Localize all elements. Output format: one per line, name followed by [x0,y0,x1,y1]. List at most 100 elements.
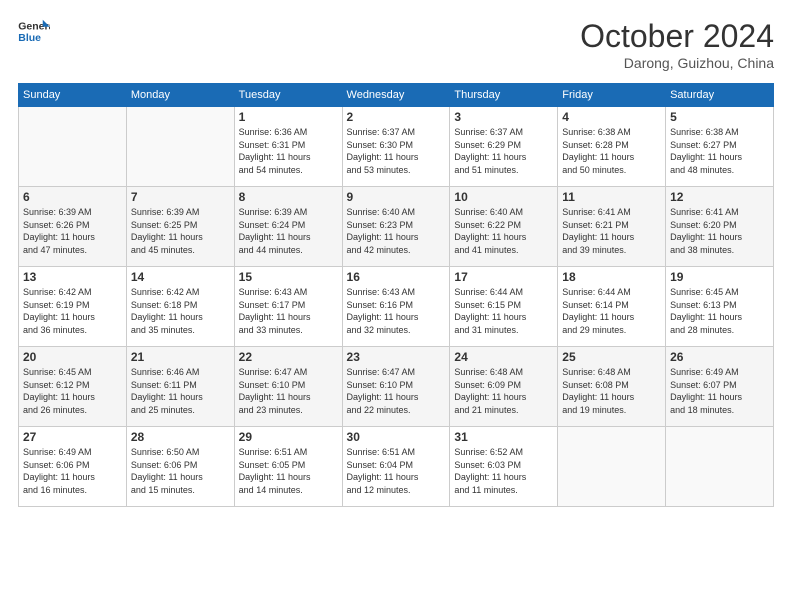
day-number: 17 [454,270,553,284]
col-wednesday: Wednesday [342,84,450,107]
table-row: 13 Sunrise: 6:42 AMSunset: 6:19 PMDayligh… [19,267,127,347]
table-row: 7Sunrise: 6:39 AMSunset: 6:25 PMDaylight… [126,187,234,267]
table-row: 18 Sunrise: 6:44 AMSunset: 6:14 PMDayligh… [558,267,666,347]
table-row [558,427,666,507]
day-number: 26 [670,350,769,364]
day-number: 16 [347,270,446,284]
day-number: 7 [131,190,230,204]
day-info: Sunrise: 6:48 AMSunset: 6:08 PMDaylight:… [562,366,661,416]
day-number: 25 [562,350,661,364]
day-info: Sunrise: 6:44 AMSunset: 6:15 PMDaylight:… [454,286,553,336]
day-info: Sunrise: 6:43 AMSunset: 6:17 PMDaylight:… [239,286,338,336]
logo: General Blue [18,18,50,46]
calendar-week-row: 6 Sunrise: 6:39 AMSunset: 6:26 PMDaylight… [19,187,774,267]
table-row [19,107,127,187]
day-info: Sunrise: 6:40 AMSunset: 6:23 PMDaylight:… [347,206,446,256]
table-row: 8 Sunrise: 6:39 AMSunset: 6:24 PMDaylight… [234,187,342,267]
table-row: 20Sunrise: 6:45 AMSunset: 6:12 PMDayligh… [19,347,127,427]
day-info: Sunrise: 6:50 AMSunset: 6:06 PMDaylight:… [131,446,230,496]
svg-text:Blue: Blue [18,32,41,44]
table-row: 29 Sunrise: 6:51 AMSunset: 6:05 PMDayligh… [234,427,342,507]
day-number: 18 [562,270,661,284]
col-thursday: Thursday [450,84,558,107]
day-number: 4 [562,110,661,124]
table-row: 14Sunrise: 6:42 AMSunset: 6:18 PMDayligh… [126,267,234,347]
col-sunday: Sunday [19,84,127,107]
day-number: 31 [454,430,553,444]
day-info: Sunrise: 6:52 AMSunset: 6:03 PMDaylight:… [454,446,553,496]
day-number: 15 [239,270,338,284]
table-row: 30Sunrise: 6:51 AMSunset: 6:04 PMDayligh… [342,427,450,507]
day-info: Sunrise: 6:49 AMSunset: 6:06 PMDaylight:… [23,446,122,496]
calendar-table: Sunday Monday Tuesday Wednesday Thursday… [18,83,774,507]
day-number: 11 [562,190,661,204]
calendar-week-row: 1 Sunrise: 6:36 AMSunset: 6:31 PMDaylight… [19,107,774,187]
table-row: 22 Sunrise: 6:47 AMSunset: 6:10 PMDayligh… [234,347,342,427]
calendar-week-row: 20Sunrise: 6:45 AMSunset: 6:12 PMDayligh… [19,347,774,427]
col-monday: Monday [126,84,234,107]
day-number: 8 [239,190,338,204]
logo-icon: General Blue [18,18,50,46]
day-info: Sunrise: 6:42 AMSunset: 6:18 PMDaylight:… [131,286,230,336]
day-number: 1 [239,110,338,124]
table-row [126,107,234,187]
table-row: 10Sunrise: 6:40 AMSunset: 6:22 PMDayligh… [450,187,558,267]
day-number: 3 [454,110,553,124]
day-info: Sunrise: 6:37 AMSunset: 6:30 PMDaylight:… [347,126,446,176]
day-number: 9 [347,190,446,204]
day-info: Sunrise: 6:51 AMSunset: 6:04 PMDaylight:… [347,446,446,496]
table-row: 21Sunrise: 6:46 AMSunset: 6:11 PMDayligh… [126,347,234,427]
col-saturday: Saturday [666,84,774,107]
day-info: Sunrise: 6:42 AMSunset: 6:19 PMDaylight:… [23,286,122,336]
table-row: 25 Sunrise: 6:48 AMSunset: 6:08 PMDayligh… [558,347,666,427]
table-row: 2 Sunrise: 6:37 AMSunset: 6:30 PMDaylight… [342,107,450,187]
col-friday: Friday [558,84,666,107]
day-info: Sunrise: 6:47 AMSunset: 6:10 PMDaylight:… [347,366,446,416]
header: General Blue October 2024 Darong, Guizho… [18,18,774,71]
table-row: 1 Sunrise: 6:36 AMSunset: 6:31 PMDaylight… [234,107,342,187]
location: Darong, Guizhou, China [580,55,774,71]
day-number: 19 [670,270,769,284]
table-row: 28 Sunrise: 6:50 AMSunset: 6:06 PMDayligh… [126,427,234,507]
day-info: Sunrise: 6:44 AMSunset: 6:14 PMDaylight:… [562,286,661,336]
day-info: Sunrise: 6:41 AMSunset: 6:21 PMDaylight:… [562,206,661,256]
day-number: 2 [347,110,446,124]
day-number: 12 [670,190,769,204]
day-info: Sunrise: 6:49 AMSunset: 6:07 PMDaylight:… [670,366,769,416]
day-number: 24 [454,350,553,364]
table-row: 5 Sunrise: 6:38 AMSunset: 6:27 PMDaylight… [666,107,774,187]
calendar-week-row: 13 Sunrise: 6:42 AMSunset: 6:19 PMDayligh… [19,267,774,347]
table-row: 4 Sunrise: 6:38 AMSunset: 6:28 PMDaylight… [558,107,666,187]
day-info: Sunrise: 6:36 AMSunset: 6:31 PMDaylight:… [239,126,338,176]
day-number: 20 [23,350,122,364]
page-container: General Blue October 2024 Darong, Guizho… [0,0,792,612]
day-info: Sunrise: 6:37 AMSunset: 6:29 PMDaylight:… [454,126,553,176]
table-row: 31 Sunrise: 6:52 AMSunset: 6:03 PMDayligh… [450,427,558,507]
day-info: Sunrise: 6:38 AMSunset: 6:27 PMDaylight:… [670,126,769,176]
day-number: 28 [131,430,230,444]
day-info: Sunrise: 6:39 AMSunset: 6:24 PMDaylight:… [239,206,338,256]
day-number: 10 [454,190,553,204]
day-info: Sunrise: 6:41 AMSunset: 6:20 PMDaylight:… [670,206,769,256]
day-info: Sunrise: 6:39 AMSunset: 6:26 PMDaylight:… [23,206,122,256]
day-info: Sunrise: 6:47 AMSunset: 6:10 PMDaylight:… [239,366,338,416]
table-row: 15 Sunrise: 6:43 AMSunset: 6:17 PMDayligh… [234,267,342,347]
day-number: 29 [239,430,338,444]
day-number: 5 [670,110,769,124]
table-row: 9 Sunrise: 6:40 AMSunset: 6:23 PMDaylight… [342,187,450,267]
day-number: 6 [23,190,122,204]
table-row: 3 Sunrise: 6:37 AMSunset: 6:29 PMDaylight… [450,107,558,187]
day-number: 21 [131,350,230,364]
col-tuesday: Tuesday [234,84,342,107]
table-row: 26 Sunrise: 6:49 AMSunset: 6:07 PMDayligh… [666,347,774,427]
day-info: Sunrise: 6:43 AMSunset: 6:16 PMDaylight:… [347,286,446,336]
table-row: 17 Sunrise: 6:44 AMSunset: 6:15 PMDayligh… [450,267,558,347]
day-info: Sunrise: 6:38 AMSunset: 6:28 PMDaylight:… [562,126,661,176]
day-number: 22 [239,350,338,364]
day-number: 23 [347,350,446,364]
day-info: Sunrise: 6:51 AMSunset: 6:05 PMDaylight:… [239,446,338,496]
day-number: 13 [23,270,122,284]
table-row [666,427,774,507]
title-block: October 2024 Darong, Guizhou, China [580,18,774,71]
table-row: 6 Sunrise: 6:39 AMSunset: 6:26 PMDaylight… [19,187,127,267]
